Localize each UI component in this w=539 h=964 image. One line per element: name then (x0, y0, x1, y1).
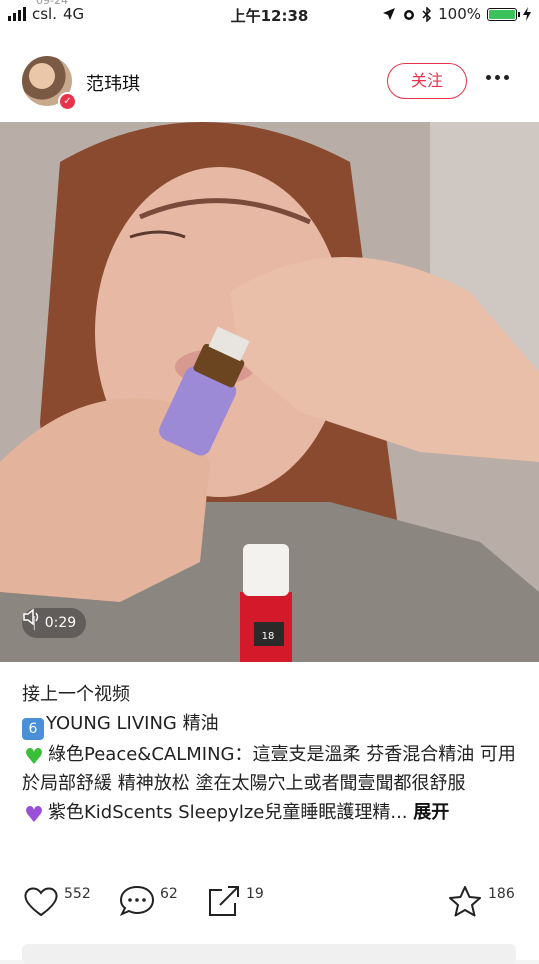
share-count: 19 (246, 886, 264, 902)
share-icon (209, 886, 239, 916)
caption-line: ♥ 綠色Peace&CALMING：這壹支是溫柔 芬香混合精油 可用於局部舒緩 精… (22, 744, 516, 794)
comment-icon (119, 885, 155, 916)
video-controls[interactable]: | 0:29 (22, 608, 87, 638)
action-bar: 552 62 19 186 (0, 884, 539, 934)
verified-badge-icon: ✓ (58, 92, 77, 111)
share-button[interactable]: 19 (204, 884, 264, 918)
expand-link[interactable]: 展开 (413, 802, 449, 823)
username[interactable]: 范玮琪 (86, 70, 140, 96)
post-header: ✓ 范玮琪 关注 (0, 30, 539, 122)
follow-button[interactable]: 关注 (387, 63, 467, 99)
more-options-icon[interactable] (486, 75, 509, 80)
location-icon (383, 8, 396, 20)
like-count: 552 (64, 886, 91, 902)
next-post-preview (22, 944, 516, 964)
charging-icon (523, 7, 531, 21)
video-player[interactable]: 18 | 0:29 (0, 122, 539, 662)
post-caption: 接上一个视频 6 YOUNG LIVING 精油 ♥ 綠色Peace&CALMING… (22, 680, 522, 827)
alarm-icon (404, 10, 415, 20)
purple-heart-icon: ♥ (24, 803, 44, 828)
bluetooth-icon (422, 6, 432, 22)
heart-icon (24, 887, 58, 917)
caption-line: 6 YOUNG LIVING 精油 (22, 709, 522, 740)
favorite-button[interactable]: 186 (446, 884, 515, 918)
star-icon (449, 886, 481, 917)
battery-icon (487, 7, 520, 21)
status-bar: 09-24 csl. 4G 上午12:38 100% (0, 0, 539, 30)
keycap-six-icon: 6 (22, 718, 44, 740)
battery-percent: 100% (438, 5, 481, 23)
green-heart-icon: ♥ (24, 745, 44, 770)
video-time: 0:29 (44, 615, 77, 631)
caption-line: ♥ 紫色KidScents Sleepylze兒童睡眠護理精... 展开 (22, 798, 522, 827)
video-frame: 18 (0, 122, 539, 662)
bottle-label: 18 (262, 631, 275, 642)
comment-count: 62 (160, 886, 178, 902)
like-button[interactable]: 552 (22, 884, 91, 918)
caption-line: 接上一个视频 (22, 684, 130, 705)
comment-button[interactable]: 62 (118, 884, 178, 918)
post-body: 接上一个视频 6 YOUNG LIVING 精油 ♥ 綠色Peace&CALMING… (0, 662, 539, 964)
favorite-count: 186 (488, 886, 515, 902)
